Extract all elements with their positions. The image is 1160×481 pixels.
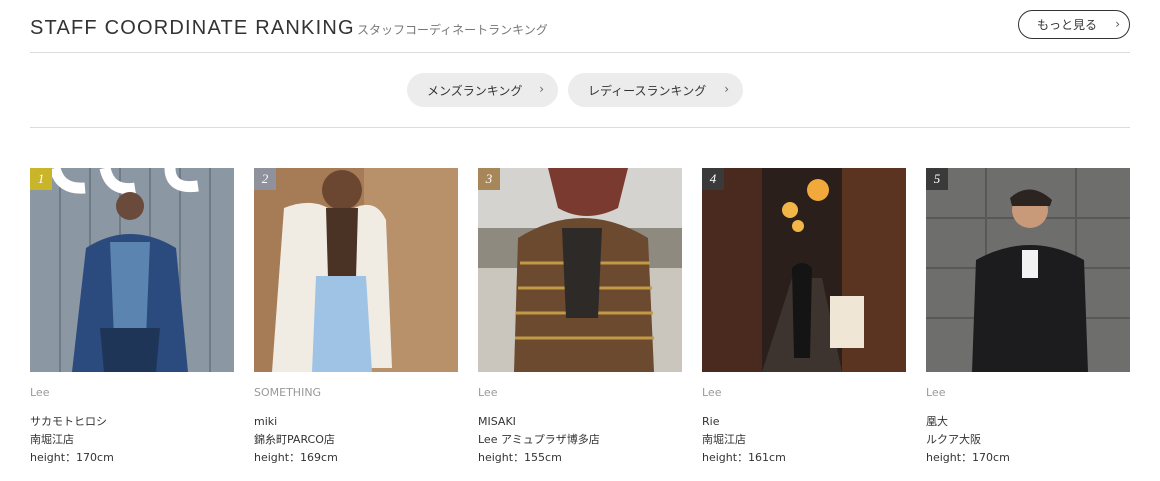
rank-badge: 5 bbox=[926, 168, 948, 190]
shop-name: 南堀江店 bbox=[702, 433, 746, 446]
coordinate-photo[interactable]: 4 bbox=[702, 168, 906, 372]
rank-badge: 3 bbox=[478, 168, 500, 190]
coordinate-photo[interactable]: 3 bbox=[478, 168, 682, 372]
shop-name: Lee アミュプラザ博多店 bbox=[478, 433, 600, 446]
shop-name: 南堀江店 bbox=[30, 433, 74, 446]
rank-badge: 1 bbox=[30, 168, 52, 190]
coordinate-photo[interactable]: 5 bbox=[926, 168, 1130, 372]
staff-height: height：170cm bbox=[30, 451, 114, 464]
staff-height: height：155cm bbox=[478, 451, 562, 464]
section-header: STAFF COORDINATE RANKING スタッフコーディネートランキン… bbox=[30, 0, 1130, 53]
brand-name: SOMETHING bbox=[254, 386, 322, 399]
chevron-right-icon: › bbox=[724, 82, 729, 96]
section-title: STAFF COORDINATE RANKING bbox=[30, 17, 355, 39]
staff-name: サカモトヒロシ bbox=[30, 415, 107, 428]
tab-mens-ranking-label: メンズランキング bbox=[427, 83, 523, 98]
tab-mens-ranking[interactable]: メンズランキング › bbox=[407, 73, 558, 107]
coordinate-photo[interactable]: 1 bbox=[30, 168, 234, 372]
ranking-tabs: メンズランキング › レディースランキング › bbox=[30, 53, 1130, 128]
staff-name: Rie bbox=[702, 415, 720, 428]
ranking-card[interactable]: 1 Lee サカモトヒロシ 南堀江店 height：170cm bbox=[30, 168, 234, 467]
tab-ladies-ranking[interactable]: レディースランキング › bbox=[568, 73, 743, 107]
section-subtitle: スタッフコーディネートランキング bbox=[357, 23, 548, 37]
rank-badge: 2 bbox=[254, 168, 276, 190]
chevron-right-icon: › bbox=[1115, 17, 1120, 31]
ranking-list: 1 Lee サカモトヒロシ 南堀江店 height：170cm 2 SOMETH… bbox=[30, 168, 1130, 468]
staff-height: height：161cm bbox=[702, 451, 786, 464]
staff-name: miki bbox=[254, 415, 278, 428]
coordinate-photo[interactable]: 2 bbox=[254, 168, 458, 372]
ranking-card[interactable]: 2 SOMETHING miki 錦糸町PARCO店 height：169cm bbox=[254, 168, 458, 467]
tab-ladies-ranking-label: レディースランキング bbox=[588, 83, 707, 98]
ranking-card[interactable]: 3 Lee MISAKI Lee アミュプラザ博多店 height：155cm bbox=[478, 168, 682, 467]
more-button[interactable]: もっと見る › bbox=[1018, 10, 1130, 39]
brand-name: Lee bbox=[926, 386, 946, 399]
staff-height: height：169cm bbox=[254, 451, 338, 464]
shop-name: 錦糸町PARCO店 bbox=[254, 433, 335, 446]
shop-name: ルクア大阪 bbox=[926, 433, 981, 446]
ranking-card[interactable]: 4 Lee Rie 南堀江店 height：161cm bbox=[702, 168, 906, 467]
chevron-right-icon: › bbox=[539, 82, 544, 96]
staff-name: MISAKI bbox=[478, 415, 516, 428]
staff-name: 凰大 bbox=[926, 415, 948, 428]
brand-name: Lee bbox=[30, 386, 50, 399]
brand-name: Lee bbox=[478, 386, 498, 399]
more-button-label: もっと見る bbox=[1036, 18, 1097, 32]
staff-height: height：170cm bbox=[926, 451, 1010, 464]
brand-name: Lee bbox=[702, 386, 722, 399]
rank-badge: 4 bbox=[702, 168, 724, 190]
ranking-card[interactable]: 5 Lee 凰大 ルクア大阪 height：170cm bbox=[926, 168, 1130, 467]
